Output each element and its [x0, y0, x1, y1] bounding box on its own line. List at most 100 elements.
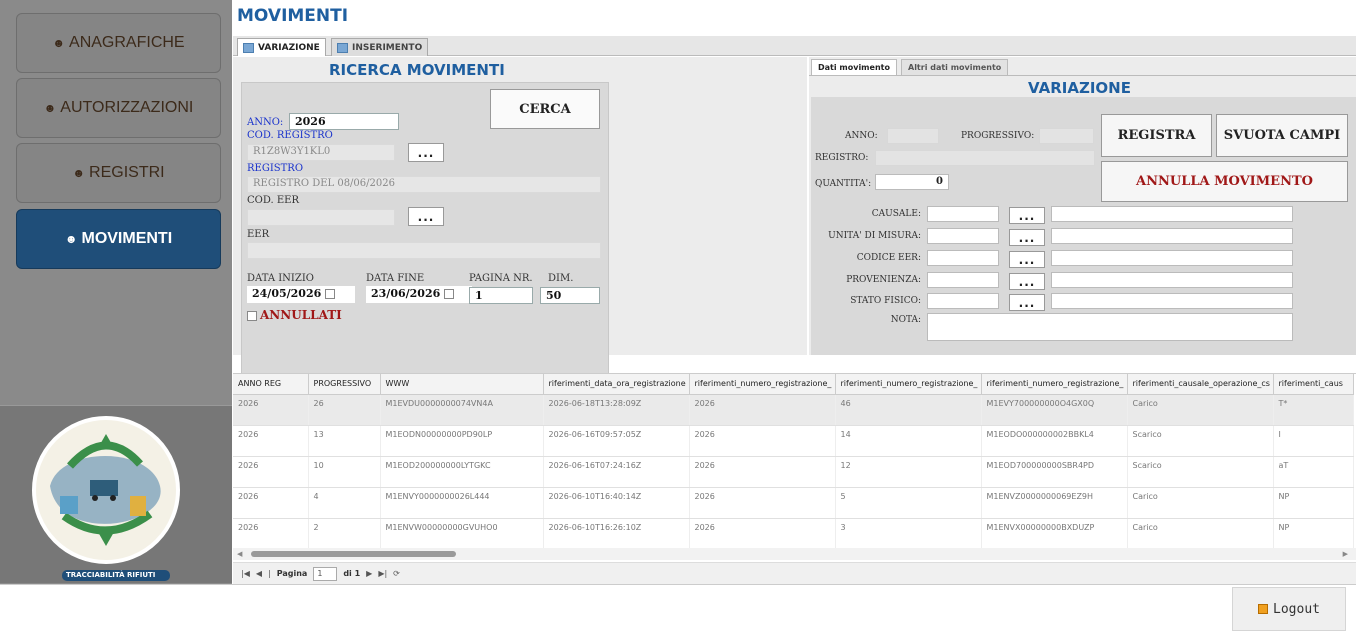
tab-altri-dati-movimento[interactable]: Altri dati movimento [901, 59, 1009, 75]
stato-fisico-label: STATO FISICO: [850, 296, 921, 306]
next-page-icon[interactable]: ▶ [366, 569, 372, 578]
last-page-icon[interactable]: ▶| [378, 569, 387, 578]
table-cell: 2 [308, 518, 381, 550]
table-cell: 5 [835, 487, 982, 519]
table-cell: 2026 [233, 456, 309, 488]
anno-field[interactable] [887, 128, 939, 144]
sidebar-item-registri[interactable]: ☻ REGISTRI [16, 143, 221, 203]
tab-inserimento[interactable]: INSERIMENTO [331, 38, 429, 56]
calendar-icon[interactable] [325, 289, 336, 299]
causale-code-input[interactable] [927, 206, 999, 222]
registro-field[interactable]: REGISTRO DEL 08/06/2026 [247, 176, 601, 193]
first-page-icon[interactable]: |◀ [241, 569, 250, 578]
checkbox-icon[interactable] [247, 310, 257, 321]
refresh-icon[interactable]: ⟳ [393, 569, 400, 578]
prev-page-icon[interactable]: ◀ [256, 569, 262, 578]
cod-eer-lookup-button[interactable]: ... [408, 207, 444, 226]
sidebar-item-anagrafiche[interactable]: ☻ ANAGRAFICHE [16, 13, 221, 73]
svuota-campi-button[interactable]: SVUOTA CAMPI [1216, 114, 1348, 157]
provenienza-desc-input[interactable] [1051, 272, 1293, 288]
progressivo-field[interactable] [1039, 128, 1094, 144]
eer-field[interactable] [247, 242, 601, 259]
calendar-icon[interactable] [444, 289, 455, 299]
page-number-input[interactable]: 1 [313, 566, 338, 581]
cod-registro-label: COD. REGISTRO [247, 130, 333, 141]
cod-eer-field[interactable] [247, 209, 395, 226]
annullati-checkbox[interactable]: ANNULLATI [247, 308, 342, 322]
column-header[interactable]: riferimenti_numero_registrazione_ [981, 374, 1128, 395]
nota-textarea[interactable] [927, 313, 1293, 341]
codice-eer-desc-input[interactable] [1051, 250, 1293, 266]
unita-desc-input[interactable] [1051, 228, 1293, 244]
unita-lookup-button[interactable]: ... [1009, 229, 1045, 246]
provenienza-lookup-button[interactable]: ... [1009, 273, 1045, 290]
stato-fisico-lookup-button[interactable]: ... [1009, 294, 1045, 311]
tab-dati-movimento[interactable]: Dati movimento [811, 59, 897, 75]
scroll-right-icon[interactable]: ▶ [1343, 550, 1348, 558]
table-row[interactable]: 2026 10 M1EOD200000000LYTGKC 2026-06-16T07:… [233, 456, 1354, 488]
tab-divider [809, 75, 1356, 76]
sidebar-item-movimenti[interactable]: ☻ MOVIMENTI [16, 209, 221, 269]
stato-fisico-input[interactable] [927, 293, 999, 309]
logout-button[interactable]: Logout [1232, 587, 1346, 631]
data-fine-label: DATA FINE [366, 273, 425, 284]
causale-desc-input[interactable] [1051, 206, 1293, 222]
cod-registro-field[interactable]: R1Z8W3Y1KL0 [247, 144, 395, 161]
quantita-label: QUANTITA': [815, 179, 872, 189]
logo: TRACCIABILITÀ RIFIUTI [0, 405, 232, 583]
table-cell: M1ENVY0000000026L444 [380, 487, 544, 519]
pagina-input[interactable]: 1 [469, 287, 533, 304]
registra-button[interactable]: REGISTRA [1101, 114, 1212, 157]
column-header[interactable]: PROGRESSIVO [308, 374, 381, 395]
table-cell: 2026 [233, 425, 309, 457]
progressivo-label: PROGRESSIVO: [961, 131, 1035, 141]
data-fine-input[interactable]: 23/06/2026 [366, 286, 472, 303]
scroll-left-icon[interactable]: ◀ [237, 550, 242, 558]
causale-lookup-button[interactable]: ... [1009, 207, 1045, 224]
page-title: MOVIMENTI [237, 6, 349, 26]
quantita-input[interactable]: 0 [875, 174, 949, 190]
data-inizio-label: DATA INIZIO [247, 273, 314, 284]
dim-input[interactable]: 50 [540, 287, 600, 304]
stato-fisico-desc-input[interactable] [1051, 293, 1293, 309]
user-icon: ☻ [52, 36, 66, 50]
tab-variazione[interactable]: VARIAZIONE [237, 38, 326, 56]
column-header[interactable]: riferimenti_numero_registrazione_ [835, 374, 982, 395]
provenienza-input[interactable] [927, 272, 999, 288]
table-row[interactable]: 2026 13 M1EODN00000000PD90LP 2026-06-16T09:… [233, 425, 1354, 457]
sidebar-item-label: AUTORIZZAZIONI [60, 99, 194, 116]
column-header[interactable]: riferimenti_caus [1273, 374, 1354, 395]
unita-code-input[interactable] [927, 228, 999, 244]
codice-eer-lookup-button[interactable]: ... [1009, 251, 1045, 268]
annulla-movimento-button[interactable]: ANNULLA MOVIMENTO [1101, 161, 1348, 202]
cod-registro-lookup-button[interactable]: ... [408, 143, 444, 162]
anno-input[interactable]: 2026 [289, 113, 399, 130]
sidebar-item-label: ANAGRAFICHE [69, 34, 185, 51]
table-cell: M1ENVX00000000BXDUZP [981, 518, 1128, 550]
registro-label: REGISTRO [247, 163, 304, 174]
table-cell: Scarico [1127, 456, 1274, 488]
table-row[interactable]: 2026 26 M1EVDU0000000074VN4A 2026-06-18T13:… [233, 394, 1354, 426]
scroll-thumb[interactable] [251, 551, 456, 557]
column-header[interactable]: WWW [380, 374, 544, 395]
column-header[interactable]: ANNO REG [233, 374, 309, 395]
column-header[interactable]: riferimenti_numero_registrazione_ [689, 374, 836, 395]
table-cell: 2026 [689, 456, 836, 488]
data-inizio-input[interactable]: 24/05/2026 [247, 286, 355, 303]
search-form: ANNO: 2026 CERCA COD. REGISTRO R1Z8W3Y1K… [241, 82, 609, 397]
column-header[interactable]: riferimenti_data_ora_registrazione [543, 374, 690, 395]
user-icon: ☻ [72, 166, 86, 180]
recycling-logo-icon [32, 416, 180, 581]
cerca-button[interactable]: CERCA [490, 89, 600, 129]
codice-eer-input[interactable] [927, 250, 999, 266]
dim-label: DIM. [548, 273, 574, 284]
registro-field[interactable] [875, 150, 1095, 166]
table-row[interactable]: 2026 2 M1ENVW00000000GVUHO0 2026-06-10T16:2… [233, 518, 1354, 550]
horizontal-scrollbar[interactable]: ◀ ▶ [233, 548, 1356, 560]
table-row[interactable]: 2026 4 M1ENVY0000000026L444 2026-06-10T16:4… [233, 487, 1354, 519]
table-cell: 26 [308, 394, 381, 426]
table-cell: 2026-06-10T16:26:10Z [543, 518, 690, 550]
column-header[interactable]: riferimenti_causale_operazione_cs [1127, 374, 1274, 395]
causale-label: CAUSALE: [871, 209, 921, 219]
sidebar-item-autorizzazioni[interactable]: ☻ AUTORIZZAZIONI [16, 78, 221, 138]
